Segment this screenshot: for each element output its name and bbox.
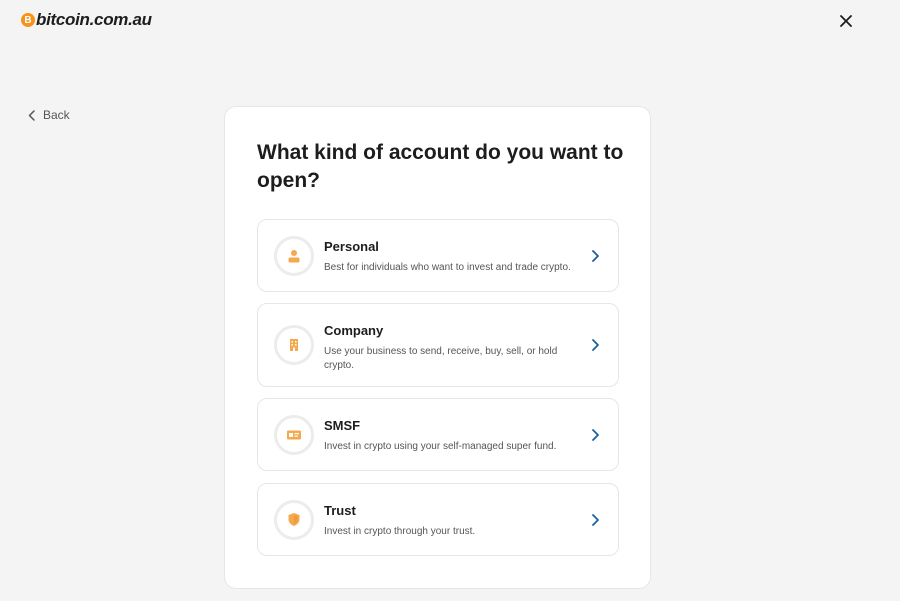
option-title: Trust [324, 503, 356, 518]
option-icon-wrapper [274, 414, 314, 455]
close-button[interactable] [837, 12, 855, 30]
id-card-icon [287, 430, 301, 439]
chevron-right-icon [592, 249, 599, 262]
option-icon-wrapper [274, 235, 314, 276]
back-button[interactable]: Back [28, 108, 70, 122]
bitcoin-logo-icon: B [21, 13, 35, 27]
building-icon [290, 339, 298, 351]
option-icon-wrapper [274, 499, 314, 540]
option-description: Invest in crypto using your self-managed… [324, 441, 557, 452]
logo-text: bitcoin.com.au [36, 10, 152, 29]
option-icon-wrapper [274, 325, 314, 365]
account-type-card: What kind of account do you want to open… [224, 106, 651, 589]
back-label: Back [43, 108, 70, 122]
option-title: Personal [324, 239, 379, 254]
shield-icon [288, 513, 300, 526]
option-description: Invest in crypto through your trust. [324, 526, 476, 537]
chevron-right-icon [592, 428, 599, 441]
close-icon [840, 15, 852, 27]
chevron-left-icon [28, 109, 35, 121]
brand-logo[interactable]: B bitcoin.com.au [21, 10, 152, 30]
option-description: Best for individuals who want to invest … [324, 262, 571, 273]
page-title: What kind of account do you want to open… [257, 141, 624, 192]
person-icon [288, 249, 300, 262]
chevron-right-icon [592, 339, 599, 351]
option-smsf[interactable]: SMSF Invest in crypto using your self-ma… [257, 398, 619, 471]
option-trust[interactable]: Trust Invest in crypto through your trus… [257, 483, 619, 556]
option-personal[interactable]: Personal Best for individuals who want t… [257, 219, 619, 292]
option-title: SMSF [324, 418, 361, 433]
option-description: Use your business to send, receive, buy,… [324, 346, 558, 371]
chevron-right-icon [592, 513, 599, 526]
option-company[interactable]: Company Use your business to send, recei… [257, 303, 619, 387]
option-title: Company [324, 323, 384, 338]
